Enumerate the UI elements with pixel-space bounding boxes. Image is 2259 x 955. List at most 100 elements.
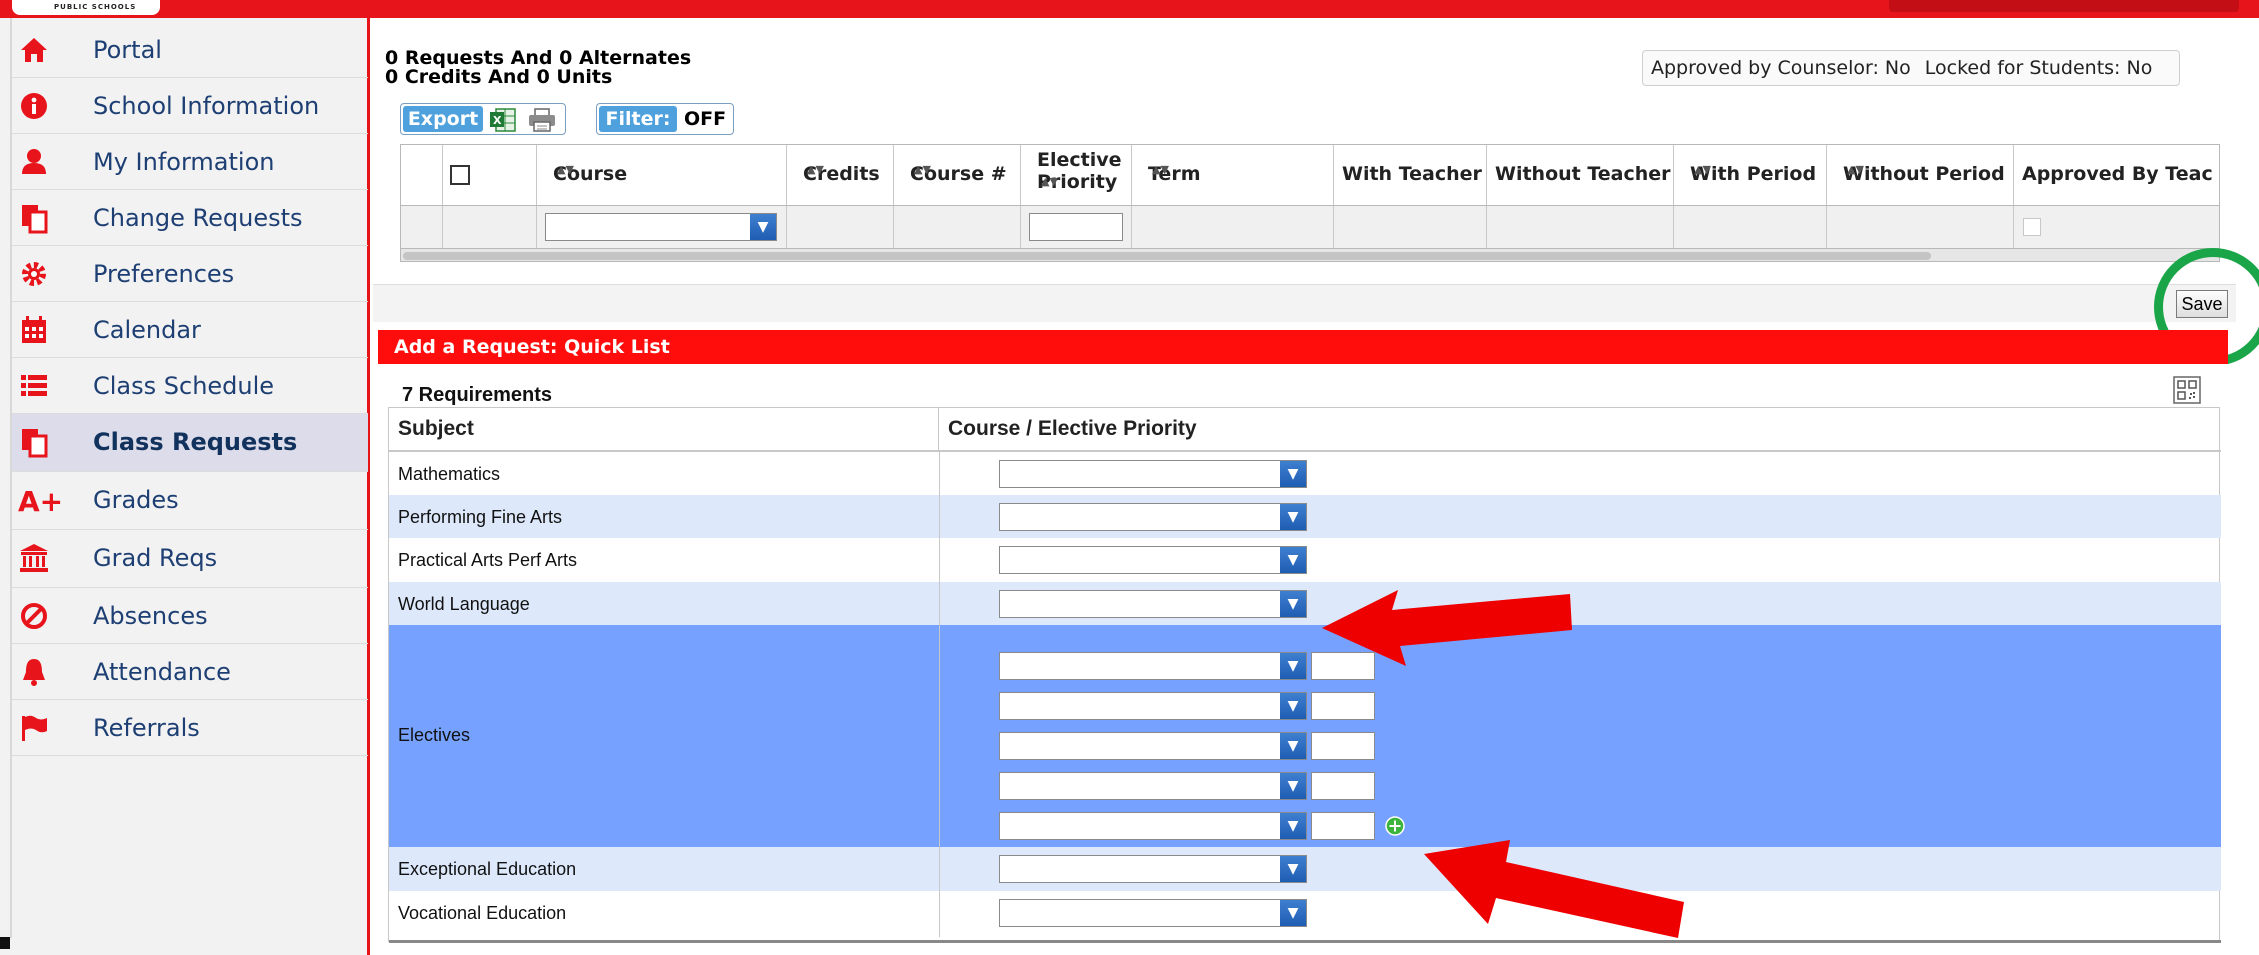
sidebar-item-portal[interactable]: Portal: [12, 22, 368, 78]
column-header-course[interactable]: Course ▲▼: [537, 145, 787, 205]
approved-status-text: Approved by Counselor: No: [1651, 57, 1911, 79]
filter-cell: [1021, 206, 1132, 248]
elective-4-priority-input[interactable]: [1311, 772, 1375, 800]
sidebar-item-referrals[interactable]: Referrals: [12, 700, 368, 756]
dropdown-arrow-icon: ▼: [1280, 856, 1306, 882]
vocational-education-course-select[interactable]: ▼: [999, 899, 1307, 927]
quick-list-title: Add a Request: Quick List: [378, 330, 2228, 364]
locked-status-text: Locked for Students: No: [1924, 57, 2153, 79]
scrollbar-thumb[interactable]: [403, 252, 1931, 260]
sidebar-item-label: Preferences: [93, 260, 235, 288]
credits-summary: 0 Credits And 0 Units: [385, 66, 613, 88]
filter-cell: [1334, 206, 1487, 248]
approved-filter-checkbox[interactable]: [2023, 218, 2041, 236]
mathematics-course-select[interactable]: ▼: [999, 460, 1307, 488]
column-header-elective-priority[interactable]: Elective Priority ▲▼: [1021, 145, 1132, 205]
sidebar-item-label: Referrals: [93, 714, 200, 742]
filter-toggle[interactable]: Filter: OFF: [596, 103, 734, 135]
sort-icon: ▲▼: [914, 163, 931, 176]
documents-icon: [18, 426, 54, 458]
elective-5-course-select[interactable]: ▼: [999, 812, 1307, 840]
horizontal-scrollbar[interactable]: [401, 249, 2219, 261]
course-filter-select[interactable]: ▼: [545, 213, 777, 241]
filter-cell: [1827, 206, 2014, 248]
sidebar-item-preferences[interactable]: Preferences: [12, 246, 368, 302]
user-icon: [18, 146, 54, 178]
sidebar-item-grades[interactable]: A+ Grades: [12, 472, 368, 530]
table-bottom-border: [389, 940, 2221, 943]
column-divider: [939, 891, 940, 937]
column-divider: [939, 495, 940, 538]
print-icon[interactable]: [527, 108, 557, 132]
sort-icon: ▲▼: [1694, 163, 1711, 176]
elective-2-course-select[interactable]: ▼: [999, 692, 1307, 720]
elective-5-priority-input[interactable]: [1311, 812, 1375, 840]
flag-icon: [18, 712, 54, 744]
approval-status: Approved by Counselor: No Locked for Stud…: [1642, 50, 2180, 86]
home-icon: [18, 34, 54, 66]
column-header-without-period[interactable]: Without Period ▲▼: [1827, 145, 2014, 205]
grade-a-plus-icon: A+: [18, 484, 63, 518]
export-button[interactable]: Export X: [400, 103, 566, 135]
sidebar-item-label: Calendar: [93, 316, 201, 344]
sidebar-item-label: My Information: [93, 148, 275, 176]
world-language-course-select[interactable]: ▼: [999, 590, 1307, 618]
filter-label: Filter:: [599, 106, 677, 132]
list-icon: [18, 370, 54, 402]
no-entry-icon: [18, 600, 54, 632]
column-header-course-number[interactable]: Course # ▲▼: [894, 145, 1021, 205]
sidebar-item-attendance[interactable]: Attendance: [12, 644, 368, 700]
exceptional-education-course-select[interactable]: ▼: [999, 855, 1307, 883]
sidebar-item-my-information[interactable]: My Information: [12, 134, 368, 190]
elective-3-priority-input[interactable]: [1311, 732, 1375, 760]
subject-label: Mathematics: [398, 464, 501, 484]
sidebar-item-label: Class Requests: [93, 428, 298, 456]
select-all-checkbox[interactable]: [450, 165, 470, 185]
practical-arts-course-select[interactable]: ▼: [999, 546, 1307, 574]
sidebar-item-class-requests[interactable]: Class Requests: [12, 414, 368, 472]
sidebar-item-class-schedule[interactable]: Class Schedule: [12, 358, 368, 414]
column-header-term[interactable]: Term ▲▼: [1132, 145, 1334, 205]
excel-icon[interactable]: X: [490, 108, 516, 132]
subject-label: World Language: [398, 594, 530, 614]
sidebar-item-label: Absences: [93, 602, 208, 630]
requirements-count: 7 Requirements: [402, 384, 553, 406]
dropdown-arrow-icon: ▼: [1280, 773, 1306, 799]
sidebar-item-absences[interactable]: Absences: [12, 588, 368, 644]
sidebar-item-calendar[interactable]: Calendar: [12, 302, 368, 358]
sidebar-item-change-requests[interactable]: Change Requests: [12, 190, 368, 246]
subject-label: Electives: [398, 725, 471, 745]
subject-column-header: Subject: [389, 408, 939, 450]
sidebar-item-label: Grades: [93, 486, 179, 514]
elective-2-priority-input[interactable]: [1311, 692, 1375, 720]
add-elective-icon[interactable]: [1385, 816, 1405, 836]
elective-3-course-select[interactable]: ▼: [999, 732, 1307, 760]
dropdown-arrow-icon: ▼: [1280, 547, 1306, 573]
info-icon: [18, 90, 54, 122]
sidebar-item-school-information[interactable]: School Information: [12, 78, 368, 134]
column-divider: [939, 538, 940, 582]
bell-icon: [18, 656, 54, 688]
sort-icon: ▲▼: [807, 163, 824, 176]
dropdown-arrow-icon: ▼: [1280, 653, 1306, 679]
column-divider: [939, 452, 940, 495]
column-header-without-teacher: Without Teacher: [1487, 145, 1674, 205]
column-header-with-period[interactable]: With Period ▲▼: [1674, 145, 1827, 205]
column-header-credits[interactable]: Credits ▲▼: [787, 145, 894, 205]
elective-4-course-select[interactable]: ▼: [999, 772, 1307, 800]
dropdown-arrow-icon: ▼: [1280, 504, 1306, 530]
sidebar-item-grad-reqs[interactable]: Grad Reqs: [12, 530, 368, 588]
gear-icon: [18, 258, 54, 290]
top-right-tab: [1889, 0, 2239, 12]
top-banner: PUBLIC SCHOOLS: [0, 0, 2259, 18]
filter-cell: [1674, 206, 1827, 248]
qr-code-icon[interactable]: [2173, 376, 2201, 404]
filter-cell: [401, 206, 443, 248]
bank-icon: [18, 542, 54, 574]
requirement-row-practical-arts: Practical Arts Perf Arts ▼: [389, 538, 2221, 582]
elective-priority-filter-input[interactable]: [1029, 213, 1123, 241]
performing-fine-arts-course-select[interactable]: ▼: [999, 503, 1307, 531]
elective-1-course-select[interactable]: ▼: [999, 652, 1307, 680]
filter-cell: [1487, 206, 1674, 248]
subject-label: Exceptional Education: [398, 859, 577, 879]
